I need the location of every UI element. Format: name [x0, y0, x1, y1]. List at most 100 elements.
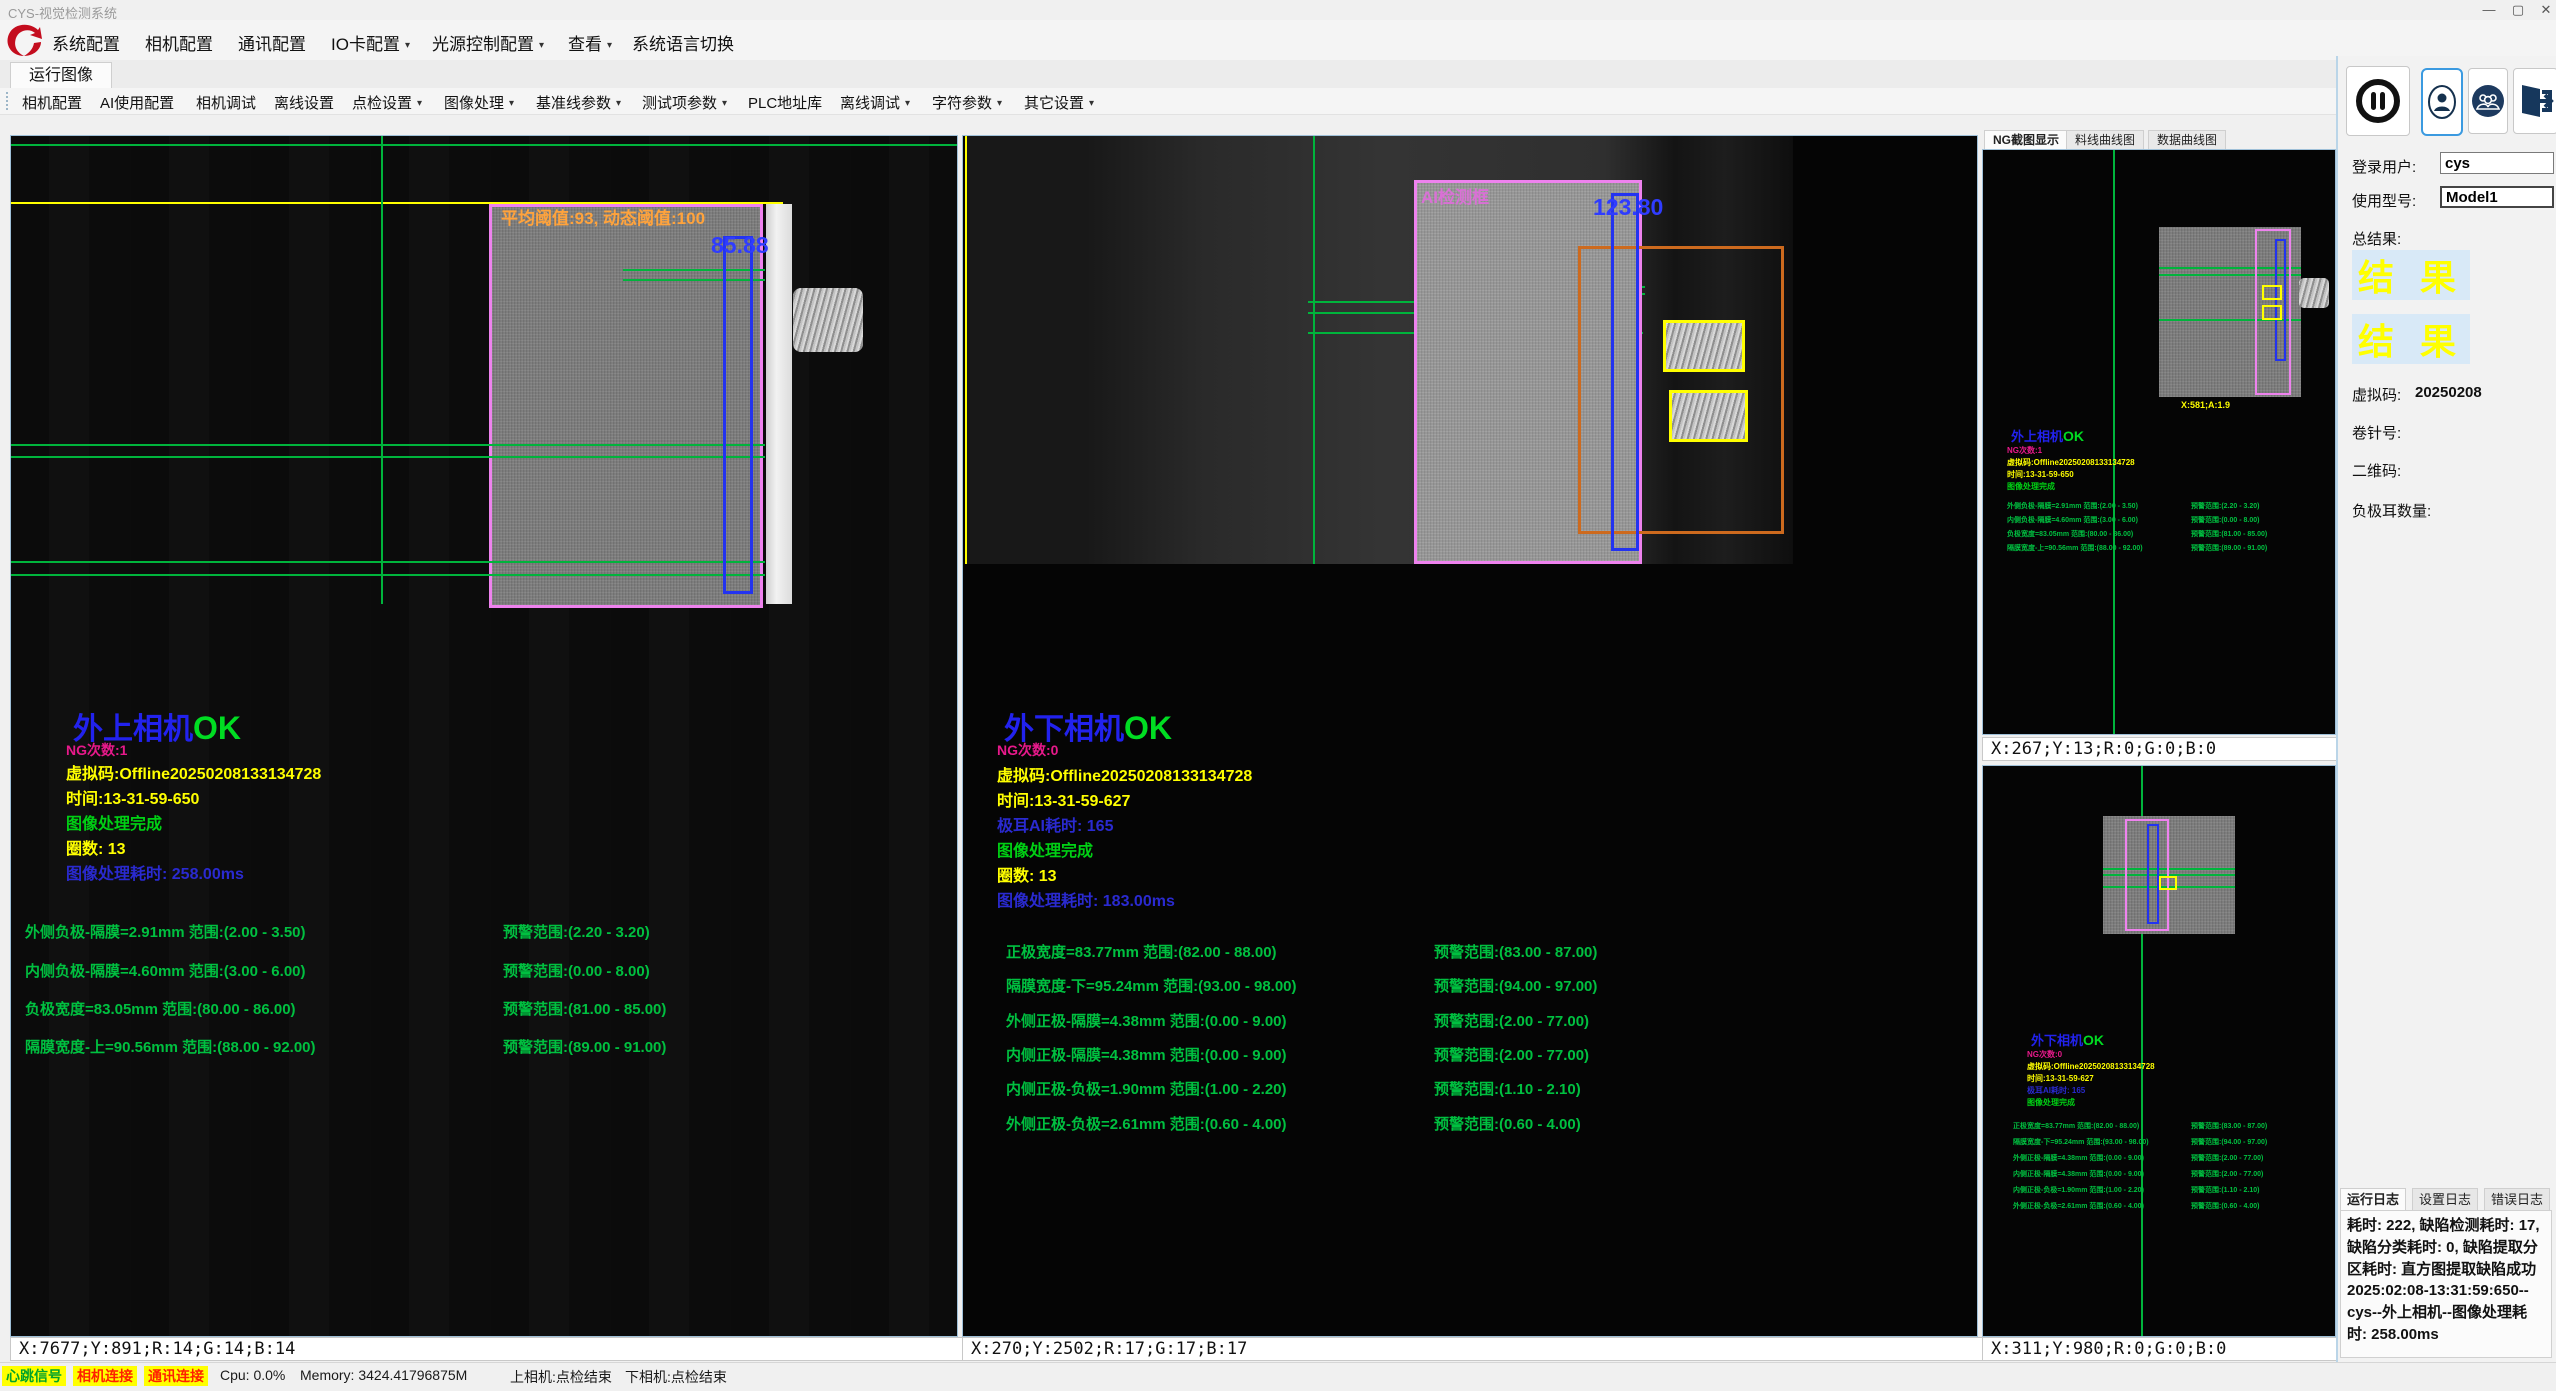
- center-process-time: 图像处理耗时: 183.00ms: [997, 887, 1175, 911]
- tab-count-label: 负极耳数量:: [2352, 500, 2431, 521]
- ng-top-green-vline: [2113, 150, 2115, 734]
- tab-line-curve[interactable]: 料线曲线图: [2066, 130, 2144, 150]
- tab-run-log[interactable]: 运行日志: [2340, 1188, 2406, 1211]
- ng-bottom-title: 外下相机OK: [2031, 1030, 2104, 1050]
- tool-camera-debug[interactable]: 相机调试: [196, 92, 256, 113]
- menu-view[interactable]: 查看: [568, 30, 612, 55]
- left-meas-0: 外侧负极-隔膜=2.91mm 范围:(2.00 - 3.50): [25, 921, 306, 942]
- tool-baseline-params[interactable]: 基准线参数: [536, 92, 621, 113]
- tool-camera-config[interactable]: 相机配置: [22, 92, 82, 113]
- left-meas-3: 隔膜宽度-上=90.56mm 范围:(88.00 - 92.00): [25, 1036, 316, 1057]
- center-ai-time: 极耳AI耗时: 165: [997, 812, 1113, 836]
- ng-top-coord-bar: X:267;Y:13;R:0;G:0;B:0: [1982, 737, 2344, 761]
- ng-top-done: 图像处理完成: [2007, 482, 2055, 491]
- center-yellow-box-2: [1669, 390, 1748, 442]
- menu-comm-config[interactable]: 通讯配置: [238, 30, 306, 55]
- ng-top-title: 外上相机OK: [2011, 426, 2084, 446]
- tab-strip: [0, 60, 2556, 89]
- left-green-vline: [381, 136, 383, 604]
- tab-run-image[interactable]: 运行图像: [10, 62, 112, 89]
- result-box-1: 结 果: [2352, 250, 2470, 300]
- center-coord-bar: X:270;Y:2502;R:17;G:17;B:17: [962, 1337, 1986, 1361]
- center-meas-4: 内侧正极-负极=1.90mm 范围:(1.00 - 2.20): [1006, 1078, 1287, 1099]
- center-meas-2: 外侧正极-隔膜=4.38mm 范围:(0.00 - 9.00): [1006, 1010, 1287, 1031]
- maximize-button[interactable]: ▢: [2505, 1, 2531, 18]
- virtual-code-value: 20250208: [2415, 384, 2482, 401]
- user-button[interactable]: [2421, 68, 2463, 136]
- tab-settings-log[interactable]: 设置日志: [2412, 1188, 2478, 1211]
- center-warn-3: 预警范围:(2.00 - 77.00): [1434, 1044, 1589, 1065]
- tool-test-item-params[interactable]: 测试项参数: [642, 92, 727, 113]
- left-loop-count: 圈数: 13: [66, 835, 126, 859]
- toolbar-grip[interactable]: [6, 92, 12, 110]
- ng-top-thumb-label: X:581;A:1.9: [2181, 400, 2230, 410]
- left-green-pair-c2: [11, 574, 765, 576]
- tool-offline-settings[interactable]: 离线设置: [274, 92, 334, 113]
- center-measure-blue-box: [1611, 193, 1639, 551]
- center-camera-result: OK: [1124, 710, 1172, 746]
- center-yellow-vline: [965, 136, 967, 564]
- model-input[interactable]: [2440, 186, 2554, 208]
- left-meas-2: 负极宽度=83.05mm 范围:(80.00 - 86.00): [25, 998, 296, 1019]
- ng-top-virtual: 虚拟码:Offline20250208133134728: [2007, 458, 2135, 467]
- winder-label: 卷针号:: [2352, 422, 2401, 443]
- left-measure-value: 85.88: [711, 232, 769, 259]
- left-warn-1: 预警范围:(0.00 - 8.00): [503, 960, 650, 981]
- minimize-button[interactable]: —: [2476, 1, 2502, 18]
- tool-char-params[interactable]: 字符参数: [932, 92, 1002, 113]
- ng-top-thumb: [2159, 227, 2301, 397]
- center-warn-2: 预警范围:(2.00 - 77.00): [1434, 1010, 1589, 1031]
- cpu-status: Cpu: 0.0%: [220, 1367, 285, 1383]
- upper-camera-status: 上相机:点检结束: [510, 1367, 612, 1387]
- left-warn-0: 预警范围:(2.20 - 3.20): [503, 921, 650, 942]
- close-button[interactable]: ✕: [2533, 1, 2556, 18]
- menu-light-control-config[interactable]: 光源控制配置: [432, 30, 544, 55]
- menu-io-card-config[interactable]: IO卡配置: [331, 30, 410, 55]
- menu-camera-config[interactable]: 相机配置: [145, 30, 213, 55]
- center-green-vline: [1313, 136, 1315, 564]
- left-ng-count: NG次数:1: [66, 740, 127, 760]
- pause-icon: [2355, 78, 2401, 124]
- tool-plc-address[interactable]: PLC地址库: [748, 92, 822, 113]
- result-box-2: 结 果: [2352, 314, 2470, 364]
- ng-bottom-panel[interactable]: 外下相机OK NG次数:0 虚拟码:Offline202502081331347…: [1982, 765, 2336, 1337]
- center-meas-3: 内侧正极-隔膜=4.38mm 范围:(0.00 - 9.00): [1006, 1044, 1287, 1065]
- tool-ai-use-config[interactable]: AI使用配置: [100, 92, 174, 113]
- left-time: 时间:13-31-59-650: [66, 785, 199, 809]
- title-bar: CYS-视觉检测系统 — ▢ ✕: [0, 0, 2556, 20]
- tool-other-settings[interactable]: 其它设置: [1024, 92, 1094, 113]
- left-green-pair-c1: [11, 561, 765, 563]
- center-process-done: 图像处理完成: [997, 837, 1093, 861]
- tool-image-processing[interactable]: 图像处理: [444, 92, 514, 113]
- ng-top-panel[interactable]: X:581;A:1.9 外上相机OK NG次数:1 虚拟码:Offline202…: [1982, 149, 2336, 735]
- menu-language-switch[interactable]: 系统语言切换: [632, 30, 734, 55]
- comm-link-badge: 通讯连接: [144, 1366, 208, 1386]
- login-user-input[interactable]: [2440, 152, 2554, 174]
- exit-button[interactable]: [2513, 68, 2556, 134]
- run-log-text[interactable]: 耗时: 222, 缺陷检测耗时: 17, 缺陷分类耗时: 0, 缺陷提取分区耗时…: [2340, 1210, 2552, 1358]
- camera-link-badge: 相机连接: [73, 1366, 137, 1386]
- ng-top-ng-count: NG次数:1: [2007, 446, 2042, 455]
- menu-system-config[interactable]: 系统配置: [52, 30, 120, 55]
- left-tab-metal: [793, 288, 863, 352]
- exit-icon: [2518, 82, 2554, 120]
- left-process-done: 图像处理完成: [66, 810, 162, 834]
- center-meas-1: 隔膜宽度-下=95.24mm 范围:(93.00 - 98.00): [1006, 975, 1297, 996]
- center-camera-view[interactable]: AI检测框 123.80 外下相机OK NG次数:0 虚拟码:Offline20…: [962, 135, 1978, 1337]
- tab-ng-screenshot[interactable]: NG截图显示: [1984, 130, 2068, 150]
- tool-spotcheck-settings[interactable]: 点检设置: [352, 92, 422, 113]
- tab-data-curve[interactable]: 数据曲线图: [2148, 130, 2226, 150]
- users-icon: [2471, 84, 2505, 118]
- tool-offline-debug[interactable]: 离线调试: [840, 92, 910, 113]
- model-label: 使用型号:: [2352, 190, 2416, 211]
- virtual-code-label: 虚拟码:: [2352, 384, 2401, 405]
- tab-error-log[interactable]: 错误日志: [2484, 1188, 2550, 1211]
- left-camera-view[interactable]: 平均阈值:93, 动态阈值:100 85.88 外上相机OK NG次数:1 虚拟…: [10, 135, 958, 1337]
- left-bright-strip: [766, 204, 792, 604]
- login-user-label: 登录用户:: [2352, 156, 2416, 177]
- center-time: 时间:13-31-59-627: [997, 787, 1130, 811]
- center-warn-1: 预警范围:(94.00 - 97.00): [1434, 975, 1597, 996]
- center-ng-count: NG次数:0: [997, 740, 1058, 760]
- pause-button[interactable]: [2346, 66, 2410, 136]
- users-button[interactable]: [2468, 68, 2508, 134]
